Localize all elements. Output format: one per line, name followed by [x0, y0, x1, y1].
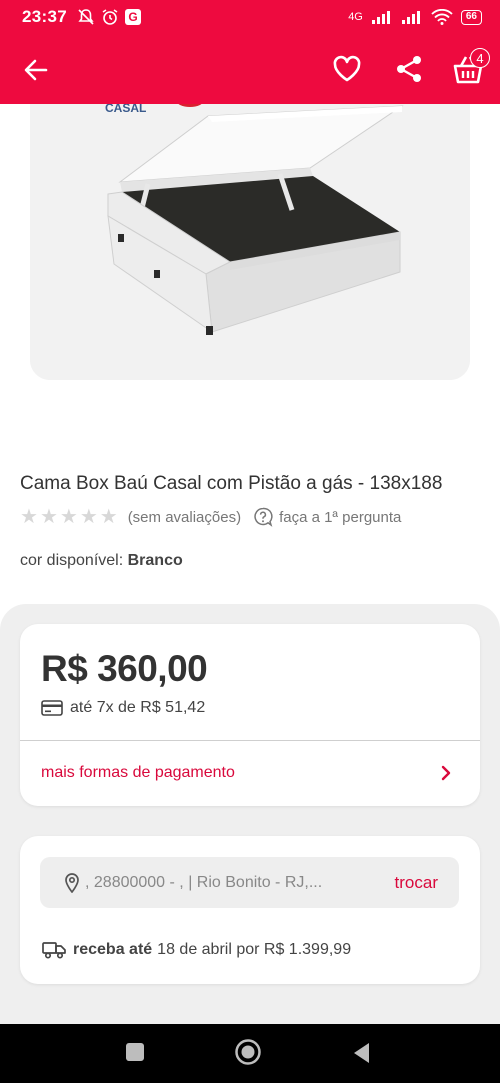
back-triangle-icon[interactable]: [351, 1041, 371, 1065]
network-type: 4G: [348, 11, 363, 23]
signal-icon-2: [401, 11, 420, 24]
home-button[interactable]: [234, 1038, 262, 1066]
system-nav-bar: [0, 1024, 500, 1083]
back-arrow-icon[interactable]: [22, 56, 50, 84]
signal-icon: [371, 11, 390, 24]
star-icon: ★: [99, 506, 118, 528]
color-label: cor disponível:: [20, 552, 124, 569]
cart-count-badge: 4: [470, 48, 490, 68]
star-icon: ★: [39, 506, 58, 528]
color-row: cor disponível: Branco: [20, 552, 183, 570]
status-bar: 23:37 G 4G 66: [0, 0, 500, 34]
rating-row: ★ ★ ★ ★ ★ (sem avaliações) faça a 1ª per…: [20, 506, 401, 528]
shipping-address: , 28800000 - , | Rio Bonito - RJ,...: [85, 873, 323, 891]
bed-illustration: CASAL: [30, 104, 470, 380]
star-icon: ★: [20, 506, 38, 528]
recent-apps-button[interactable]: [126, 1043, 144, 1061]
price-card: R$ 360,00 até 7x de R$ 51,42 mais formas…: [20, 624, 480, 806]
ask-question-link[interactable]: faça a 1ª pergunta: [279, 509, 401, 526]
delivery-estimate: receba até 18 de abril por R$ 1.399,99: [42, 941, 351, 959]
brand-label: CASAL: [105, 104, 146, 115]
receive-label: receba até: [73, 941, 153, 958]
product-title: Cama Box Baú Casal com Pistão a gás - 13…: [20, 473, 443, 494]
receive-text: 18 de abril por R$ 1.399,99: [157, 941, 352, 958]
color-value: Branco: [127, 552, 183, 569]
star-icon: ★: [59, 506, 78, 528]
divider: [20, 740, 480, 741]
truck-icon: [42, 942, 66, 959]
shipping-card: , 28800000 - , | Rio Bonito - RJ,... tro…: [20, 836, 480, 984]
wifi-icon: [431, 9, 453, 25]
app-header: [0, 34, 500, 104]
product-image[interactable]: CASAL: [30, 104, 470, 380]
shipping-address-field[interactable]: , 28800000 - , | Rio Bonito - RJ,... tro…: [40, 857, 459, 908]
rating-text[interactable]: (sem avaliações): [128, 509, 241, 526]
google-icon: G: [124, 9, 141, 25]
share-icon[interactable]: [394, 54, 424, 84]
mute-notification-icon: [78, 9, 94, 25]
alarm-icon: [102, 9, 118, 25]
battery-indicator: 66: [460, 9, 482, 25]
product-price: R$ 360,00: [41, 648, 208, 689]
question-icon[interactable]: [253, 507, 273, 527]
credit-card-icon: [41, 700, 63, 716]
more-payment-options-link[interactable]: mais formas de pagamento: [41, 764, 235, 782]
change-address-button[interactable]: trocar: [395, 873, 438, 893]
rating-stars: ★ ★ ★ ★ ★: [20, 507, 118, 527]
installments: até 7x de R$ 51,42: [41, 699, 205, 717]
status-time: 23:37: [22, 7, 67, 26]
star-icon: ★: [79, 506, 98, 528]
location-pin-icon: [65, 872, 79, 893]
favorite-heart-icon[interactable]: [332, 54, 362, 84]
chevron-right-icon[interactable]: [440, 765, 452, 781]
installments-text: até 7x de R$ 51,42: [70, 699, 206, 716]
